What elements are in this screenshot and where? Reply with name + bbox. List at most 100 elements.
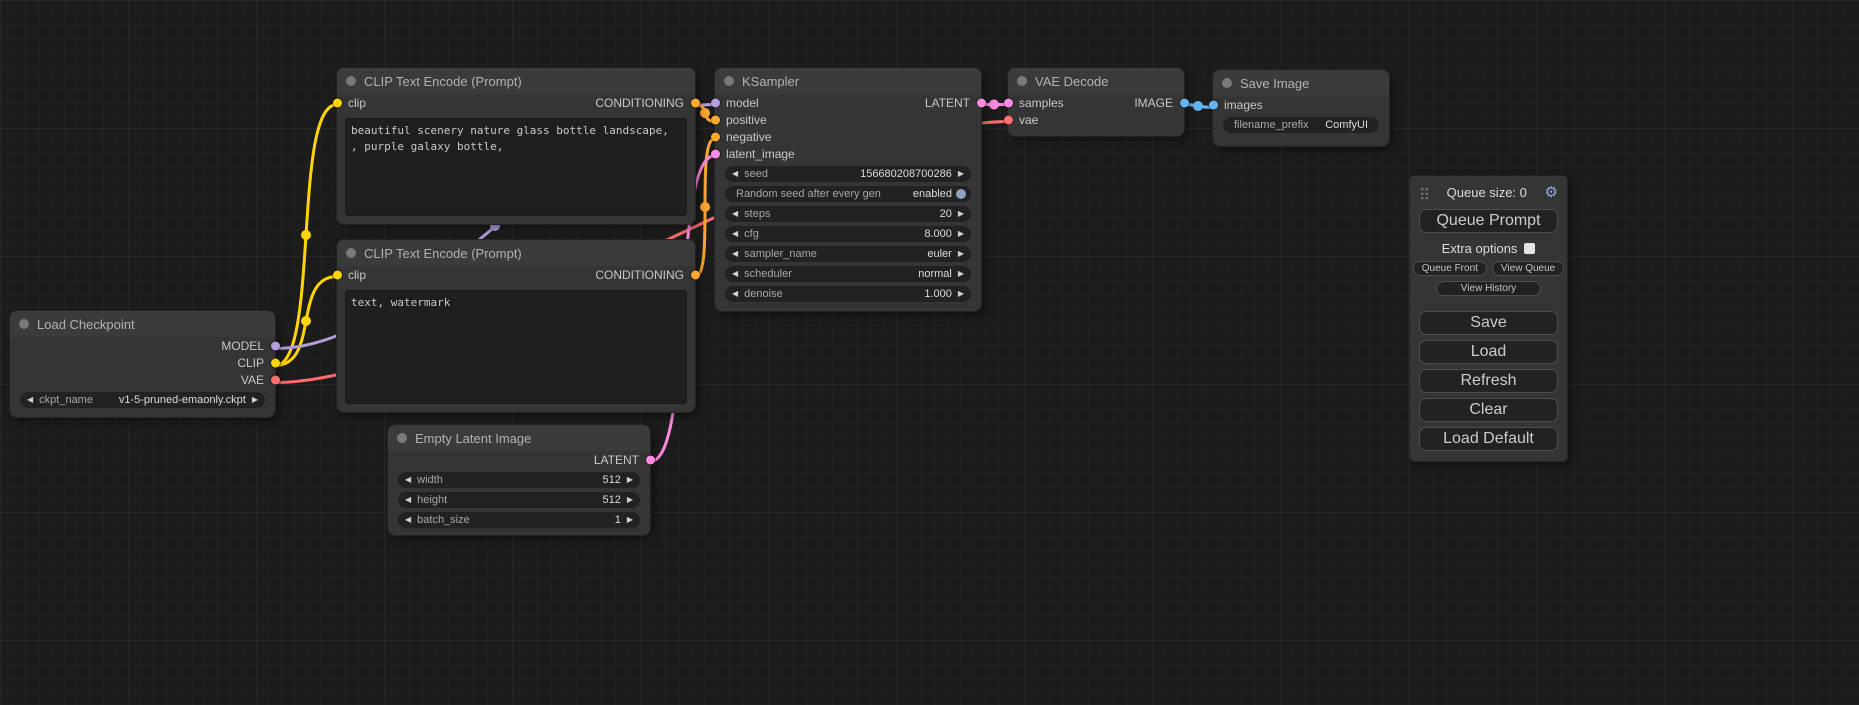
right-arrow-icon[interactable]: ▶ [958,266,964,282]
collapse-dot-icon[interactable] [397,433,407,443]
conditioning-output-dot[interactable] [691,98,700,107]
empty-latent-image-title-bar[interactable]: Empty Latent Image [388,425,650,451]
empty-latent-image-node[interactable]: Empty Latent Image LATENT ◀ width 512 ▶ … [388,425,650,535]
widget-name: height [417,494,447,506]
model-output-label: MODEL [221,339,264,353]
latent-image-input-dot[interactable] [711,149,720,158]
load-default-button[interactable]: Load Default [1419,427,1558,451]
model-input-dot[interactable] [711,98,720,107]
sampler-name-widget[interactable]: ◀ sampler_name euler ▶ [725,246,971,262]
positive-prompt-textarea[interactable]: beautiful scenery nature glass bottle la… [345,118,687,216]
latent-image-slot-row: latent_image [715,145,981,162]
vae-output-dot[interactable] [271,375,280,384]
clear-button[interactable]: Clear [1419,398,1558,422]
left-arrow-icon[interactable]: ◀ [27,392,33,408]
images-input-dot[interactable] [1209,100,1218,109]
images-input-label: images [1224,98,1263,112]
node-title: CLIP Text Encode (Prompt) [364,246,522,261]
left-arrow-icon[interactable]: ◀ [732,226,738,242]
left-arrow-icon[interactable]: ◀ [732,166,738,182]
load-checkpoint-title-bar[interactable]: Load Checkpoint [10,311,275,337]
vae-input-dot[interactable] [1004,115,1013,124]
clip-text-encode-title-bar[interactable]: CLIP Text Encode (Prompt) [337,68,695,94]
positive-input-dot[interactable] [711,115,720,124]
collapse-dot-icon[interactable] [346,76,356,86]
right-arrow-icon[interactable]: ▶ [958,226,964,242]
right-arrow-icon[interactable]: ▶ [252,392,258,408]
save-image-node[interactable]: Save Image images filename_prefix ComfyU… [1213,70,1389,146]
queue-prompt-button[interactable]: Queue Prompt [1419,209,1558,233]
right-arrow-icon[interactable]: ▶ [627,492,633,508]
widget-name: cfg [744,228,759,240]
cfg-widget[interactable]: ◀ cfg 8.000 ▶ [725,226,971,242]
queue-menu-panel[interactable]: Queue size: 0 ⚙ Queue Prompt Extra optio… [1410,176,1567,461]
height-widget[interactable]: ◀ height 512 ▶ [398,492,640,508]
ksampler-node[interactable]: KSampler model LATENT positive negative … [715,68,981,311]
steps-widget[interactable]: ◀ steps 20 ▶ [725,206,971,222]
image-output-dot[interactable] [1180,98,1189,107]
save-button[interactable]: Save [1419,311,1558,335]
view-queue-button[interactable]: View Queue [1492,261,1564,276]
load-checkpoint-node[interactable]: Load Checkpoint MODEL CLIP VAE ◀ ckpt_na… [10,311,275,417]
queue-front-button[interactable]: Queue Front [1413,261,1487,276]
vae-output-row: VAE [10,371,275,388]
scheduler-widget[interactable]: ◀ scheduler normal ▶ [725,266,971,282]
filename-prefix-widget[interactable]: filename_prefix ComfyUI [1223,117,1379,133]
samples-input-dot[interactable] [1004,98,1013,107]
toggle-on-icon[interactable] [956,189,966,199]
collapse-dot-icon[interactable] [19,319,29,329]
model-output-dot[interactable] [271,341,280,350]
collapse-dot-icon[interactable] [1222,78,1232,88]
width-widget[interactable]: ◀ width 512 ▶ [398,472,640,488]
latent-output-dot[interactable] [977,98,986,107]
vae-decode-node[interactable]: VAE Decode samples IMAGE vae [1008,68,1184,136]
extra-options-checkbox[interactable] [1524,243,1535,254]
save-image-title-bar[interactable]: Save Image [1213,70,1389,96]
clip-text-encode-title-bar[interactable]: CLIP Text Encode (Prompt) [337,240,695,266]
drag-handle-icon[interactable] [1420,186,1429,199]
refresh-button[interactable]: Refresh [1419,369,1558,393]
right-arrow-icon[interactable]: ▶ [627,512,633,528]
wire-clip-to-positive-prompt [275,105,337,366]
clip-text-encode-positive-node[interactable]: CLIP Text Encode (Prompt) clip CONDITION… [337,68,695,224]
left-arrow-icon[interactable]: ◀ [732,266,738,282]
left-arrow-icon[interactable]: ◀ [405,472,411,488]
negative-input-dot[interactable] [711,132,720,141]
right-arrow-icon[interactable]: ▶ [627,472,633,488]
random-seed-toggle-widget[interactable]: Random seed after every gen enabled [725,186,971,202]
left-arrow-icon[interactable]: ◀ [732,246,738,262]
ksampler-title-bar[interactable]: KSampler [715,68,981,94]
view-history-button[interactable]: View History [1436,281,1541,296]
right-arrow-icon[interactable]: ▶ [958,206,964,222]
clip-text-encode-negative-node[interactable]: CLIP Text Encode (Prompt) clip CONDITION… [337,240,695,412]
right-arrow-icon[interactable]: ▶ [958,286,964,302]
left-arrow-icon[interactable]: ◀ [732,206,738,222]
collapse-dot-icon[interactable] [724,76,734,86]
widget-value: v1-5-pruned-emaonly.ckpt [119,394,246,406]
ckpt-name-widget[interactable]: ◀ ckpt_name v1-5-pruned-emaonly.ckpt ▶ [20,392,265,408]
clip-input-dot[interactable] [333,270,342,279]
settings-gear-icon[interactable]: ⚙ [1545,183,1558,201]
latent-output-dot[interactable] [646,455,655,464]
vae-decode-title-bar[interactable]: VAE Decode [1008,68,1184,94]
seed-widget[interactable]: ◀ seed 156680208700286 ▶ [725,166,971,182]
negative-prompt-textarea[interactable]: text, watermark [345,290,687,404]
left-arrow-icon[interactable]: ◀ [405,492,411,508]
denoise-widget[interactable]: ◀ denoise 1.000 ▶ [725,286,971,302]
collapse-dot-icon[interactable] [1017,76,1027,86]
extra-options-row: Extra options [1410,241,1567,256]
collapse-dot-icon[interactable] [346,248,356,258]
right-arrow-icon[interactable]: ▶ [958,166,964,182]
clip-input-dot[interactable] [333,98,342,107]
left-arrow-icon[interactable]: ◀ [405,512,411,528]
wire-midpoint-dot [700,108,710,118]
left-arrow-icon[interactable]: ◀ [732,286,738,302]
node-graph-canvas[interactable]: Load Checkpoint MODEL CLIP VAE ◀ ckpt_na… [0,0,1859,705]
conditioning-output-dot[interactable] [691,270,700,279]
widget-name: seed [744,168,768,180]
node-title: Save Image [1240,76,1309,91]
batch-size-widget[interactable]: ◀ batch_size 1 ▶ [398,512,640,528]
right-arrow-icon[interactable]: ▶ [958,246,964,262]
clip-output-dot[interactable] [271,358,280,367]
load-button[interactable]: Load [1419,340,1558,364]
